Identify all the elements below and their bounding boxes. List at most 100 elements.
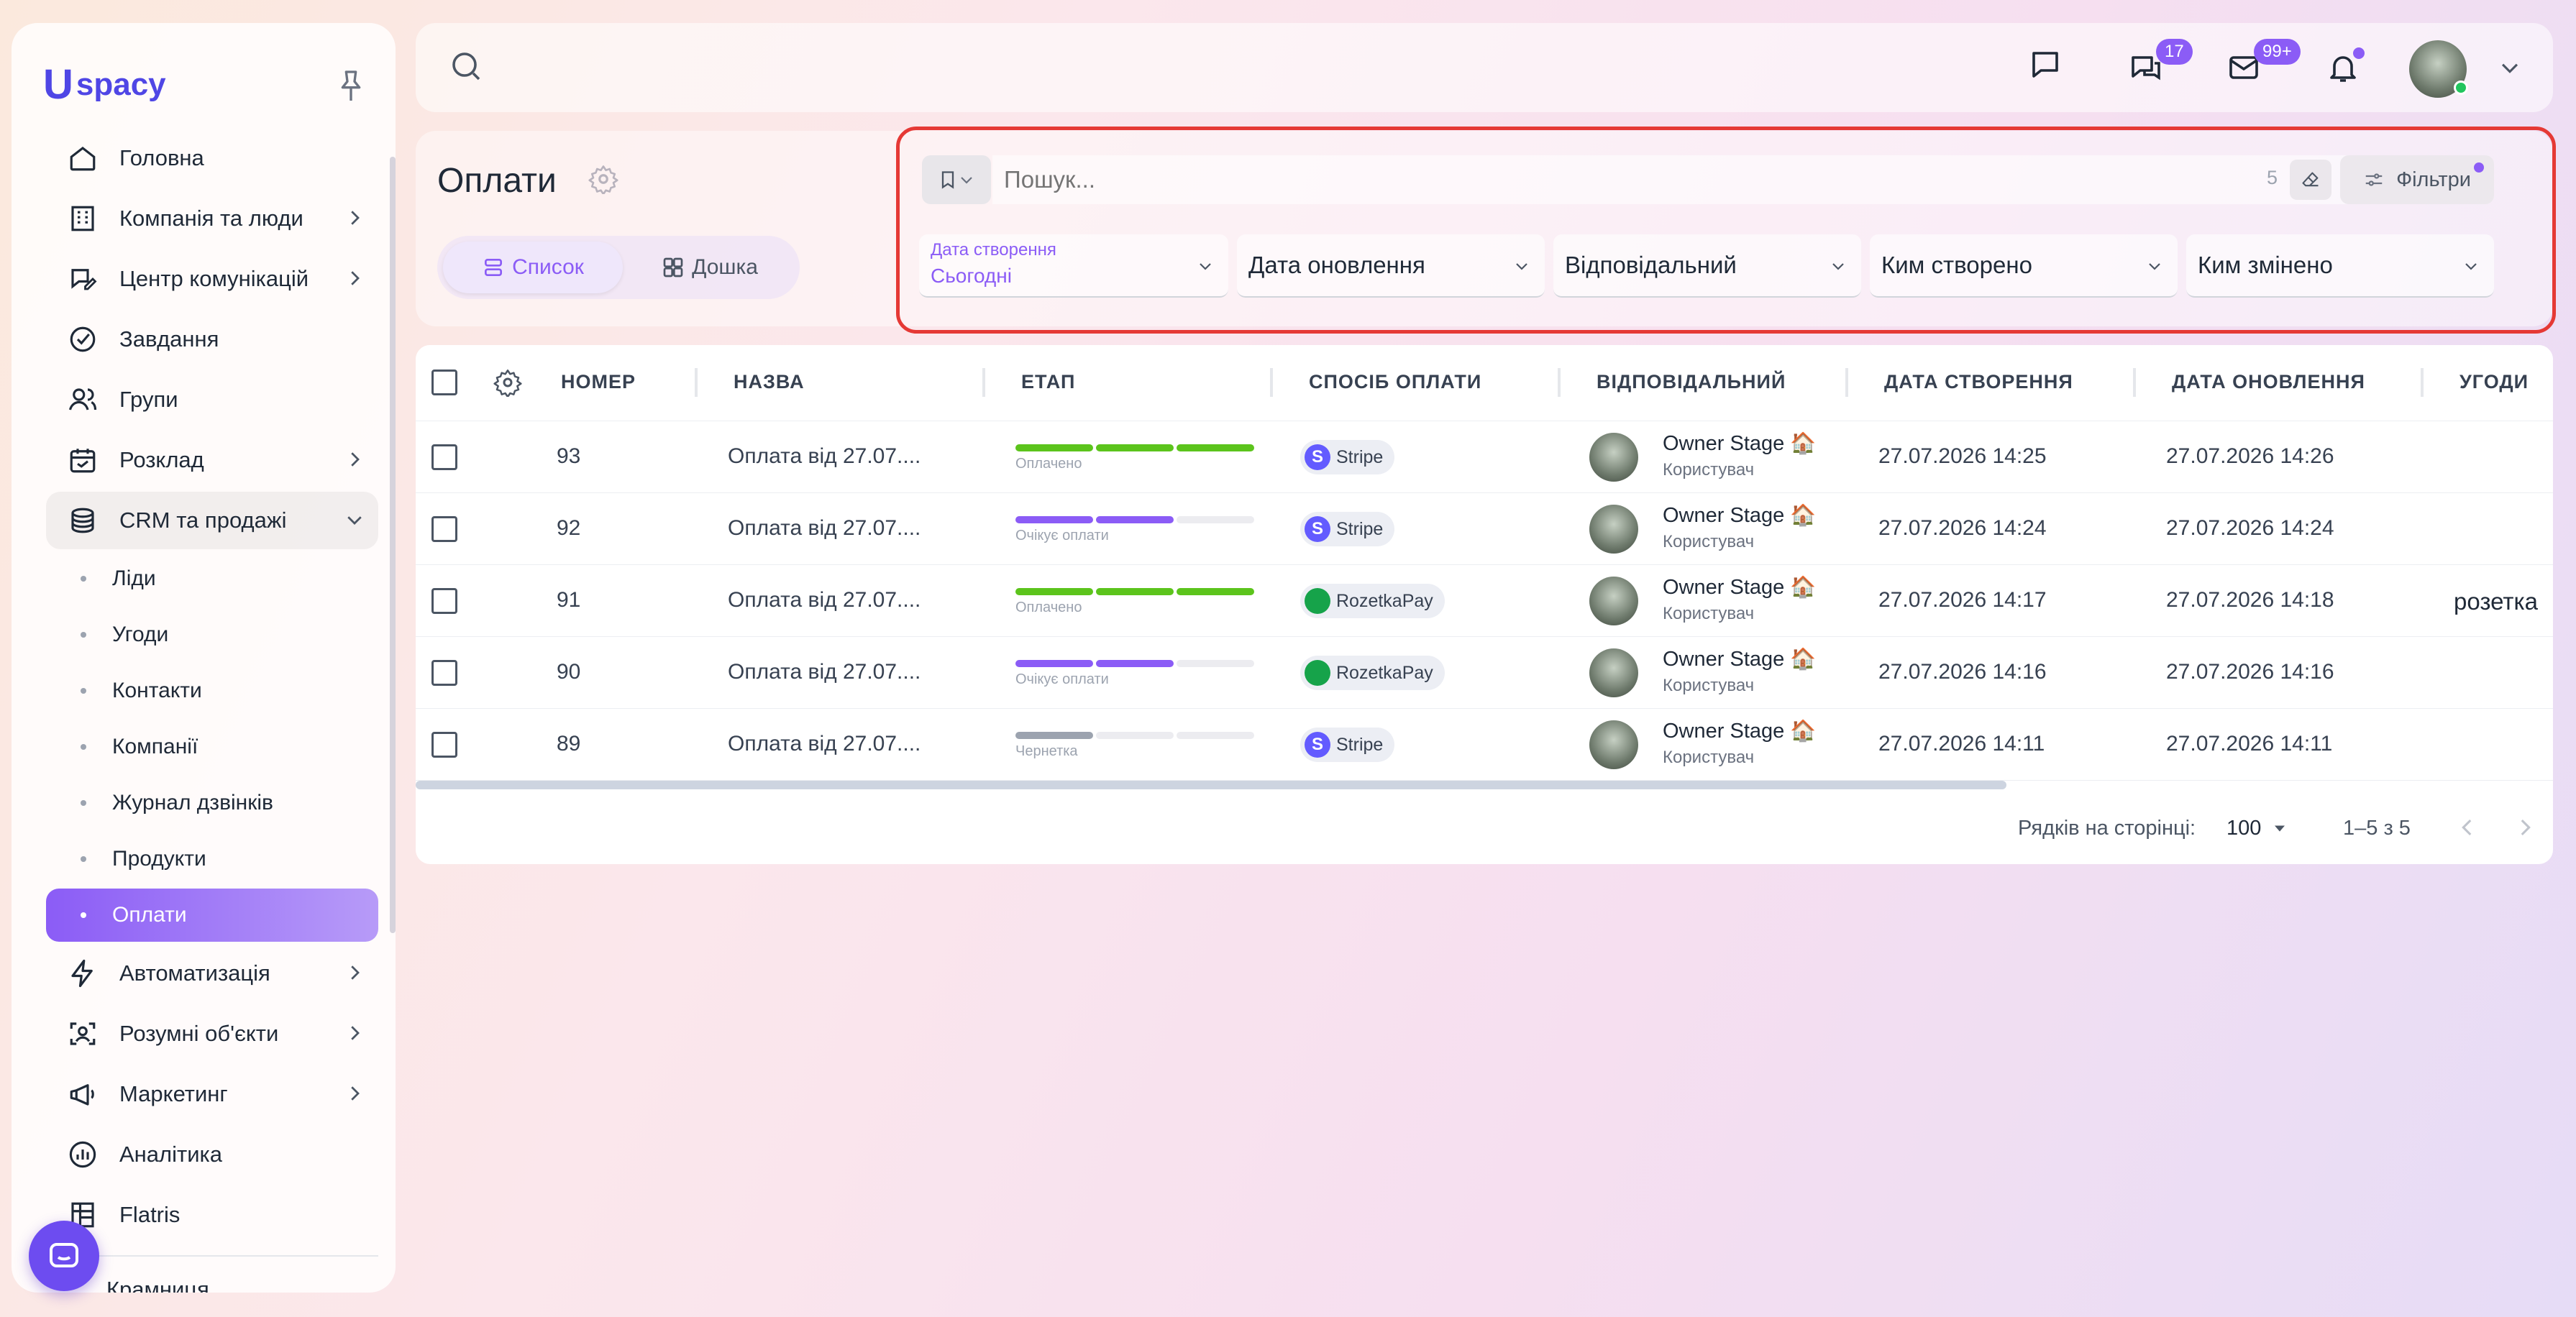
logo[interactable]: U spacy (43, 63, 166, 106)
column-header-payment-method[interactable]: СПОСІБ ОПЛАТИ (1309, 371, 1481, 393)
payment-number[interactable]: 92 (557, 516, 580, 541)
next-page-button[interactable] (2513, 815, 2537, 843)
owner-name[interactable]: Owner Stage 🏠 (1663, 503, 1816, 528)
responsible-select[interactable]: Відповідальний (1553, 234, 1861, 298)
updated-date-select[interactable]: Дата оновлення (1237, 234, 1545, 298)
horizontal-scrollbar[interactable] (416, 781, 2006, 789)
tab-board-label: Дошка (692, 255, 758, 279)
row-checkbox[interactable] (431, 660, 457, 686)
row-checkbox[interactable] (431, 732, 457, 758)
column-resize-handle[interactable] (1845, 368, 1848, 397)
chevron-down-icon (347, 516, 362, 525)
table-row[interactable]: 93 Оплата від 27.07.... Оплачено S Stripe Own… (416, 421, 2553, 493)
row-checkbox[interactable] (431, 444, 457, 470)
column-header-responsible[interactable]: ВІДПОВІДАЛЬНИЙ (1597, 371, 1786, 393)
prev-page-button[interactable] (2455, 815, 2480, 843)
sidebar-item-communications[interactable]: Центр комунікацій (46, 250, 378, 308)
stage-progress: Чернетка (1015, 732, 1260, 761)
messages-icon[interactable] (2025, 45, 2065, 85)
owner-name[interactable]: Owner Stage 🏠 (1663, 719, 1816, 743)
filters-button[interactable]: Фільтри (2340, 155, 2494, 204)
sidebar-item-company[interactable]: Компанія та люди (46, 190, 378, 247)
column-header-updated[interactable]: ДАТА ОНОВЛЕННЯ (2172, 371, 2365, 393)
pin-icon[interactable] (337, 69, 365, 104)
created-date-select[interactable]: Дата створення Сьогодні (919, 234, 1228, 298)
sidebar-item-flatris[interactable]: Flatris (46, 1186, 378, 1244)
tab-board[interactable]: Дошка (626, 242, 794, 293)
payment-number[interactable]: 90 (557, 660, 580, 684)
table-row[interactable]: 89 Оплата від 27.07.... Чернетка S Stripe Own… (416, 709, 2553, 781)
updated-date-label: Дата оновлення (1248, 252, 1425, 278)
row-checkbox[interactable] (431, 588, 457, 614)
column-resize-handle[interactable] (2133, 368, 2136, 397)
sidebar-item-groups[interactable]: Групи (46, 371, 378, 428)
payment-name[interactable]: Оплата від 27.07.... (728, 588, 921, 612)
sidebar-subitem-call-log[interactable]: Журнал дзвінків (46, 776, 378, 830)
sidebar-item-marketing[interactable]: Маркетинг (46, 1065, 378, 1123)
owner-name[interactable]: Owner Stage 🏠 (1663, 647, 1816, 671)
table-row[interactable]: 91 Оплата від 27.07.... Оплачено RozetkaPay… (416, 565, 2553, 637)
owner-name[interactable]: Owner Stage 🏠 (1663, 575, 1816, 600)
payment-name[interactable]: Оплата від 27.07.... (728, 660, 921, 684)
gear-icon[interactable] (588, 164, 621, 197)
sidebar-item-tasks[interactable]: Завдання (46, 311, 378, 368)
sidebar-scrollbar[interactable] (390, 157, 396, 933)
support-chat-button[interactable] (29, 1221, 99, 1291)
column-resize-handle[interactable] (982, 368, 985, 397)
payment-name[interactable]: Оплата від 27.07.... (728, 732, 921, 756)
sidebar-item-crm[interactable]: CRM та продажі (46, 492, 378, 549)
column-resize-handle[interactable] (695, 368, 698, 397)
sidebar-item-analytics[interactable]: Аналітика (46, 1126, 378, 1183)
avatar[interactable] (1589, 505, 1638, 554)
table-row[interactable]: 92 Оплата від 27.07.... Очікує оплати S Stri… (416, 493, 2553, 565)
sidebar-item-home[interactable]: Головна (46, 129, 378, 187)
column-resize-handle[interactable] (1270, 368, 1273, 397)
sidebar-item-smart-objects[interactable]: Розумні об'єкти (46, 1005, 378, 1063)
table-row[interactable]: 90 Оплата від 27.07.... Очікує оплати Rozet… (416, 637, 2553, 709)
sidebar-subitem-contacts[interactable]: Контакти (46, 664, 378, 717)
saved-filters-button[interactable] (922, 155, 991, 204)
column-header-number[interactable]: НОМЕР (561, 371, 636, 393)
filter-count: 5 (2267, 167, 2278, 188)
avatar[interactable] (1589, 720, 1638, 769)
clear-filters-button[interactable] (2290, 160, 2331, 200)
chevron-down-icon[interactable] (2490, 47, 2530, 88)
row-checkbox[interactable] (431, 516, 457, 542)
search-icon[interactable] (446, 46, 486, 86)
column-header-stage[interactable]: ЕТАП (1021, 371, 1075, 393)
owner-role: Користувач (1663, 460, 1755, 479)
tab-list-label: Список (512, 255, 584, 279)
payment-number[interactable]: 91 (557, 588, 580, 612)
tab-list[interactable]: Список (443, 242, 623, 293)
sidebar-subitem-companies[interactable]: Компанії (46, 720, 378, 774)
changed-by-select[interactable]: Ким змінено (2186, 234, 2494, 298)
sidebar-item-shop[interactable]: Крамниця (106, 1277, 209, 1293)
payment-number[interactable]: 93 (557, 444, 580, 469)
deal-link[interactable]: розетка (2454, 588, 2538, 615)
column-resize-handle[interactable] (2421, 368, 2424, 397)
sidebar-subitem-payments[interactable]: Оплати (46, 889, 378, 942)
sidebar-subitem-deals[interactable]: Угоди (46, 608, 378, 661)
payment-number[interactable]: 89 (557, 732, 580, 756)
payment-name[interactable]: Оплата від 27.07.... (728, 516, 921, 541)
sidebar-item-schedule[interactable]: Розклад (46, 431, 378, 489)
column-resize-handle[interactable] (1558, 368, 1561, 397)
gear-icon[interactable] (493, 368, 522, 400)
owner-role: Користувач (1663, 532, 1755, 551)
sidebar-item-automation[interactable]: Автоматизація (46, 945, 378, 1002)
rows-per-page-select[interactable]: 100 (2226, 811, 2290, 845)
owner-name[interactable]: Owner Stage 🏠 (1663, 431, 1816, 456)
sidebar-subitem-leads[interactable]: Ліди (46, 552, 378, 605)
avatar[interactable] (1589, 577, 1638, 625)
column-header-deals[interactable]: УГОДИ (2459, 371, 2529, 393)
select-all-checkbox[interactable] (431, 370, 457, 395)
avatar[interactable] (1589, 648, 1638, 697)
column-header-created[interactable]: ДАТА СТВОРЕННЯ (1884, 371, 2073, 393)
created-by-select[interactable]: Ким створено (1870, 234, 2178, 298)
sidebar-item-label: Flatris (119, 1202, 181, 1227)
avatar[interactable] (1589, 433, 1638, 482)
payment-name[interactable]: Оплата від 27.07.... (728, 444, 921, 469)
sidebar-subitem-products[interactable]: Продукти (46, 832, 378, 886)
column-header-name[interactable]: НАЗВА (734, 371, 805, 393)
sidebar-item-label: Головна (119, 145, 204, 170)
